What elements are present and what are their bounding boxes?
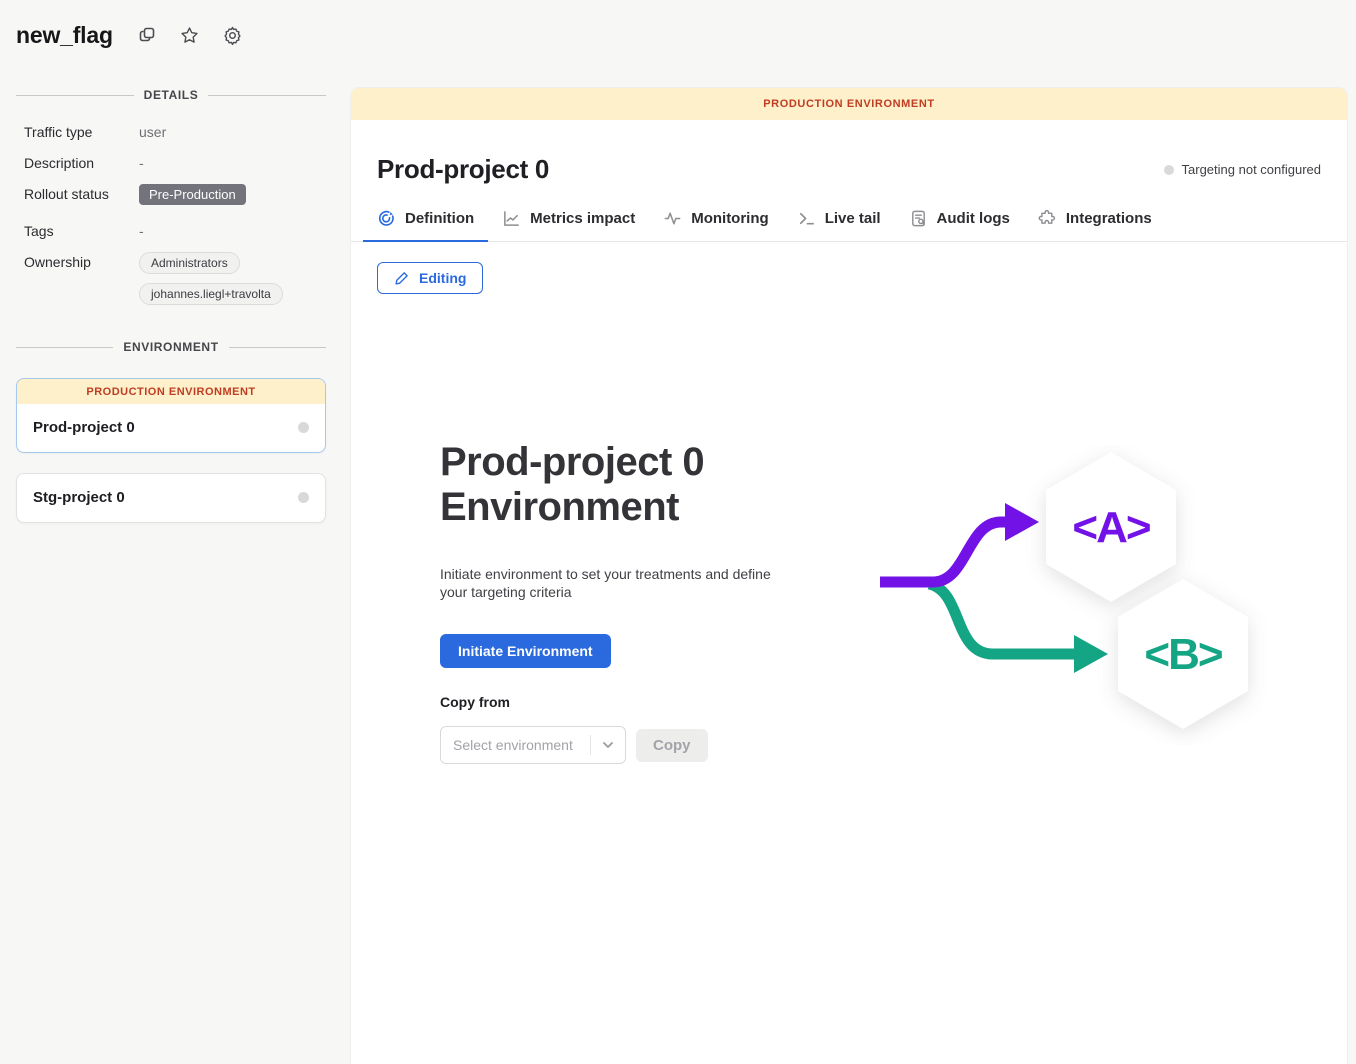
chevron-down-icon [591, 738, 625, 752]
production-environment-banner: PRODUCTION ENVIRONMENT [17, 379, 325, 404]
owner-pill[interactable]: Administrators [139, 252, 240, 274]
environment-section-title: ENVIRONMENT [123, 340, 218, 354]
details-section-title: DETAILS [144, 88, 199, 102]
environment-status-dot [298, 422, 309, 433]
audit-log-icon [909, 209, 928, 228]
tab-monitoring[interactable]: Monitoring [649, 203, 782, 242]
empty-state-title: Prod-project 0 Environment [440, 440, 770, 530]
detail-row-description: Description - [24, 153, 318, 171]
divider [208, 95, 326, 96]
monitoring-pulse-icon [663, 209, 682, 228]
page-header: new_flag [0, 0, 1356, 70]
ab-treatments-illustration: <A> <B> [871, 445, 1266, 745]
gear-icon [222, 25, 243, 46]
ownership-label: Ownership [24, 252, 139, 270]
treatment-a-arrowhead [1005, 503, 1039, 541]
environment-empty-state: Prod-project 0 Environment Initiate envi… [351, 440, 1347, 764]
treatment-b-hexagon: <B> [1118, 579, 1248, 729]
copy-flag-name-button[interactable] [135, 23, 159, 47]
editing-button[interactable]: Editing [377, 262, 483, 294]
tab-label: Definition [405, 210, 474, 227]
description-value: - [139, 153, 144, 171]
select-environment-dropdown[interactable]: Select environment [440, 726, 626, 764]
copy-button: Copy [636, 729, 708, 762]
tabs-bar: Definition Metrics impact Monitoring [351, 203, 1347, 242]
tags-label: Tags [24, 221, 139, 239]
tab-integrations[interactable]: Integrations [1024, 203, 1166, 242]
production-environment-banner: PRODUCTION ENVIRONMENT [351, 88, 1347, 120]
targeting-status-text: Targeting not configured [1182, 162, 1321, 177]
tab-label: Live tail [825, 210, 881, 227]
flag-name-title: new_flag [16, 22, 113, 49]
tab-label: Integrations [1066, 210, 1152, 227]
rollout-status-label: Rollout status [24, 184, 139, 202]
environment-section-header: ENVIRONMENT [16, 340, 326, 354]
owner-pill[interactable]: johannes.liegl+travolta [139, 283, 283, 305]
pencil-icon [394, 270, 410, 286]
empty-state-description: Initiate environment to set your treatme… [440, 565, 800, 601]
traffic-type-label: Traffic type [24, 122, 139, 140]
treatment-a-hexagon: <A> [1046, 452, 1176, 602]
treatment-b-label: <B> [1144, 630, 1221, 679]
environment-title: Prod-project 0 [377, 154, 549, 185]
traffic-type-value: user [139, 122, 166, 140]
tags-value: - [139, 221, 144, 239]
divider [16, 347, 113, 348]
detail-row-traffic-type: Traffic type user [24, 122, 318, 140]
environment-status-dot [298, 492, 309, 503]
tab-audit-logs[interactable]: Audit logs [895, 203, 1024, 242]
tab-metrics-impact[interactable]: Metrics impact [488, 203, 649, 242]
editing-button-label: Editing [419, 270, 466, 286]
copy-icon [137, 25, 157, 45]
targeting-status: Targeting not configured [1164, 162, 1321, 177]
panel-header: Prod-project 0 Targeting not configured [351, 120, 1347, 203]
tab-label: Audit logs [937, 210, 1010, 227]
tab-label: Monitoring [691, 210, 768, 227]
tab-label: Metrics impact [530, 210, 635, 227]
divider [16, 95, 134, 96]
star-icon [179, 25, 200, 46]
flag-settings-button[interactable] [220, 23, 245, 48]
favorite-flag-button[interactable] [177, 23, 202, 48]
detail-row-ownership: Ownership Administrators johannes.liegl+… [24, 252, 318, 314]
initiate-environment-button[interactable]: Initiate Environment [440, 634, 611, 668]
environment-card-staging[interactable]: Stg-project 0 [16, 473, 326, 523]
sidebar: DETAILS Traffic type user Description - … [0, 80, 342, 543]
environment-card-prod[interactable]: PRODUCTION ENVIRONMENT Prod-project 0 [16, 378, 326, 453]
metrics-chart-icon [502, 209, 521, 228]
description-label: Description [24, 153, 139, 171]
detail-row-tags: Tags - [24, 221, 318, 239]
divider [229, 347, 326, 348]
detail-row-rollout-status: Rollout status Pre-Production [24, 184, 318, 205]
environment-name: Stg-project 0 [33, 489, 125, 506]
treatment-b-arrow [929, 584, 1076, 654]
puzzle-icon [1038, 209, 1057, 228]
rollout-status-badge: Pre-Production [139, 184, 246, 205]
copy-from-label: Copy from [440, 694, 840, 710]
treatment-a-label: <A> [1072, 503, 1149, 552]
select-environment-placeholder: Select environment [441, 737, 590, 753]
environment-name: Prod-project 0 [33, 419, 135, 436]
tab-live-tail[interactable]: Live tail [783, 203, 895, 242]
tab-definition[interactable]: Definition [363, 203, 488, 242]
definition-target-icon [377, 209, 396, 228]
environment-panel: PRODUCTION ENVIRONMENT Prod-project 0 Ta… [351, 88, 1347, 1064]
treatment-a-arrow [880, 522, 1007, 582]
details-section-header: DETAILS [16, 88, 326, 102]
details-list: Traffic type user Description - Rollout … [24, 122, 318, 314]
ownership-pills: Administrators johannes.liegl+travolta [139, 252, 283, 314]
targeting-status-dot [1164, 165, 1174, 175]
treatment-b-arrowhead [1074, 635, 1108, 673]
terminal-icon [797, 209, 816, 228]
